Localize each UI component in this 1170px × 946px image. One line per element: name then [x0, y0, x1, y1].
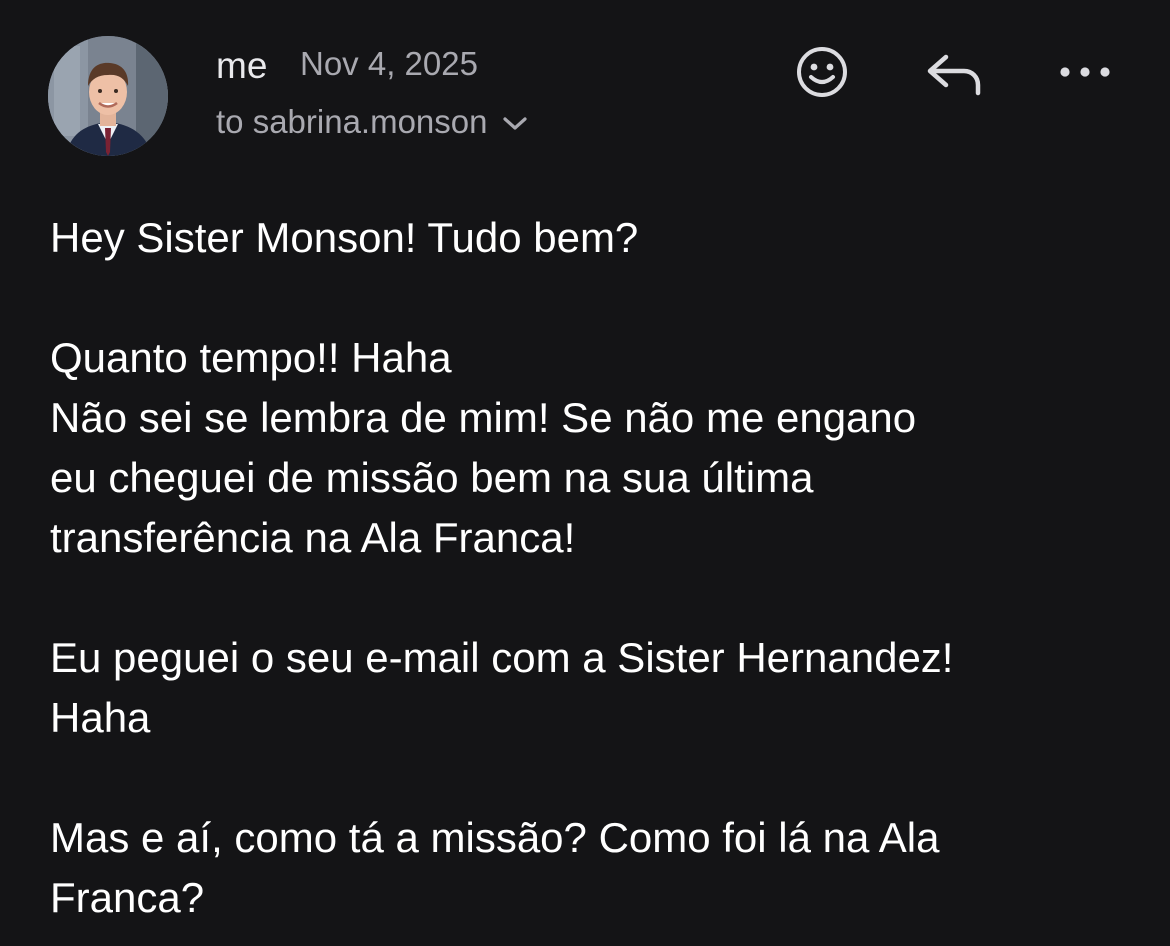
recipient-label: to sabrina.monson — [216, 103, 488, 140]
email-date: Nov 4, 2025 — [300, 45, 478, 82]
more-options-button[interactable] — [1052, 50, 1118, 94]
body-line: Eu peguei o seu e-mail com a Sister Hern… — [50, 634, 954, 681]
more-horizontal-icon — [1060, 67, 1110, 77]
avatar-photo — [48, 36, 168, 156]
body-line: Não sei se lembra de mim! Se não me enga… — [50, 394, 917, 441]
question-paragraph: Mas e aí, como tá a missão? Como foi lá … — [50, 808, 1150, 928]
body-line: transferência na Ala Franca! — [50, 514, 576, 561]
email-body: Hey Sister Monson! Tudo bem? Quanto temp… — [50, 208, 1150, 928]
greeting-paragraph: Hey Sister Monson! Tudo bem? — [50, 208, 1150, 268]
body-line: eu cheguei de missão bem na sua última — [50, 454, 814, 501]
body-line: Haha — [50, 694, 151, 741]
chevron-down-icon — [502, 117, 527, 130]
body-line: Hey Sister Monson! Tudo bem? — [50, 214, 639, 261]
smiley-face-icon — [797, 47, 847, 97]
sender-name: me — [216, 45, 268, 86]
recipient-toggle[interactable]: to sabrina.monson — [216, 100, 528, 144]
reply-arrow-icon — [927, 54, 981, 96]
intro-paragraph: Quanto tempo!! Haha Não sei se lembra de… — [50, 328, 1150, 568]
emoji-react-button[interactable] — [790, 40, 854, 104]
email-source-paragraph: Eu peguei o seu e-mail com a Sister Hern… — [50, 628, 1150, 748]
sender-avatar[interactable] — [48, 36, 168, 156]
body-line: Quanto tempo!! Haha — [50, 334, 452, 381]
body-line: Mas e aí, como tá a missão? Como foi lá … — [50, 814, 940, 861]
reply-button[interactable] — [920, 44, 988, 104]
email-header: me Nov 4, 2025 to sabrina.monson — [0, 0, 1170, 180]
body-line: Franca? — [50, 874, 205, 921]
